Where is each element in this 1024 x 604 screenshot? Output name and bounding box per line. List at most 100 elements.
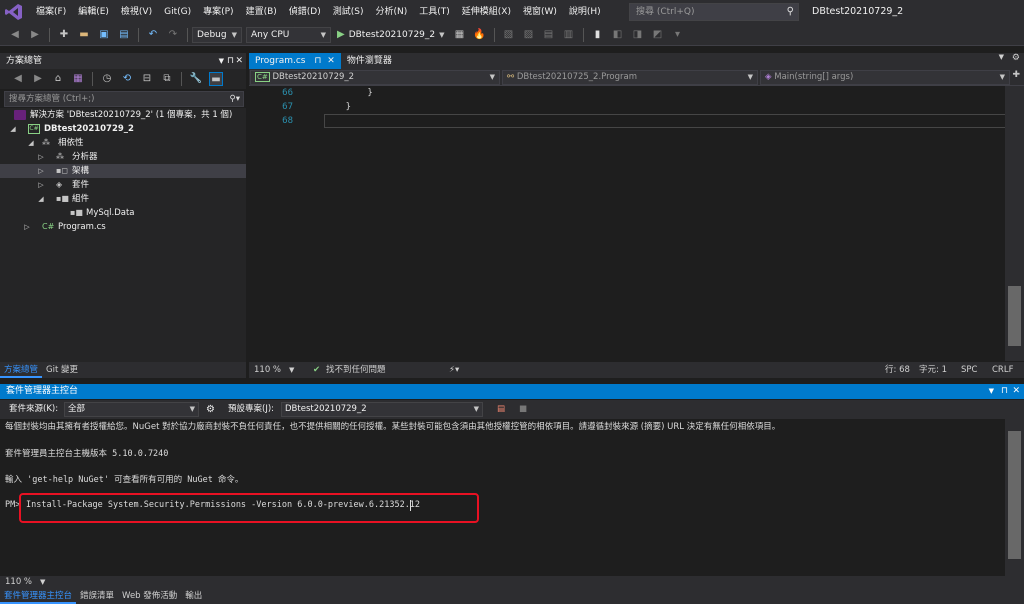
tab-web-publish[interactable]: Web 發佈活動 (118, 588, 181, 604)
toolbar-options-icon[interactable]: ▾ (671, 28, 685, 42)
toolbar-tool-icon[interactable]: ▨ (522, 28, 536, 42)
default-project-dropdown[interactable]: DBtest20210729_2 ▼ (281, 402, 483, 417)
menu-window[interactable]: 視窗(W) (517, 0, 563, 24)
pmc-zoom-level[interactable]: 110 % (5, 576, 32, 588)
bottom-panel-tabs: 套件管理器主控台 錯誤清單 Web 發佈活動 輸出 (0, 588, 1024, 604)
line-ending-indicator: CRLF (992, 365, 1014, 375)
toolbar-tool-icon[interactable]: ▤ (542, 28, 556, 42)
search-icon: ⚲ (786, 6, 794, 17)
class-nav-dropdown[interactable]: ⚯ DBtest20210725_2.Program ▼ (502, 70, 758, 85)
tab-solution-explorer[interactable]: 方案總管 (0, 362, 43, 378)
chevron-down-icon[interactable]: ▼ (40, 576, 45, 588)
scrollbar-thumb[interactable] (1008, 431, 1021, 559)
undo-icon[interactable]: ↶ (146, 28, 160, 42)
bookmark-clear-icon[interactable]: ◩ (651, 28, 665, 42)
sync-icon[interactable]: ⟲ (120, 72, 134, 86)
code-line: } (324, 88, 373, 98)
clear-console-icon[interactable]: ▤ (497, 400, 505, 419)
tree-item-program-cs[interactable]: ▷ C# Program.cs (0, 220, 246, 234)
solution-explorer-search-input[interactable]: 搜尋方案總管 (Ctrl+;) ⚲▾ (4, 91, 244, 107)
menu-git[interactable]: Git(G) (158, 0, 197, 24)
tab-package-manager-console[interactable]: 套件管理器主控台 (0, 588, 77, 604)
menu-extensions[interactable]: 延伸模組(X) (456, 0, 517, 24)
pin-icon[interactable]: ⊓ (314, 56, 321, 66)
tree-item-analyzers[interactable]: ▷ ⁂ 分析器 (0, 150, 246, 164)
close-icon[interactable]: ✕ (235, 53, 243, 69)
window-options-icon[interactable]: ▼ (219, 53, 224, 69)
pin-icon[interactable]: ⊓ (1001, 384, 1008, 399)
back-icon[interactable]: ◀ (8, 28, 22, 42)
stop-icon[interactable]: ■ (519, 400, 527, 419)
menu-file[interactable]: 檔案(F) (30, 0, 72, 24)
menu-help[interactable]: 說明(H) (563, 0, 607, 24)
tab-object-browser[interactable]: 物件瀏覽器 (341, 53, 398, 69)
tree-item-frameworks[interactable]: ▷ ▪◻ 架構 (0, 164, 246, 178)
chevron-down-icon[interactable]: ▼ (999, 53, 1004, 61)
quick-search-input[interactable]: 搜尋 (Ctrl+Q) ⚲ (629, 3, 799, 21)
pending-changes-icon[interactable]: ◷ (100, 72, 114, 86)
menu-test[interactable]: 測試(S) (327, 0, 370, 24)
menu-edit[interactable]: 編輯(E) (72, 0, 115, 24)
gear-icon[interactable]: ⚙ (206, 400, 215, 419)
tree-item-solution[interactable]: 解決方案 'DBtest20210729_2' (1 個專案，共 1 個) (0, 108, 246, 122)
menu-build[interactable]: 建置(B) (240, 0, 283, 24)
forward-icon[interactable]: ▶ (31, 72, 45, 86)
project-nav-dropdown[interactable]: C# DBtest20210729_2 ▼ (250, 70, 500, 85)
open-folder-icon[interactable]: ▬ (77, 28, 91, 42)
redo-icon[interactable]: ↷ (166, 28, 180, 42)
hot-reload-icon[interactable]: 🔥 (473, 28, 487, 42)
zoom-level[interactable]: 110 % (254, 362, 281, 378)
code-cleanup-icon[interactable]: ⚡▾ (449, 362, 459, 378)
collapse-all-icon[interactable]: ⊟ (140, 72, 154, 86)
save-all-icon[interactable]: ▤ (117, 28, 131, 42)
tree-item-packages[interactable]: ▷ ◈ 套件 (0, 178, 246, 192)
properties-icon[interactable]: 🔧 (189, 72, 203, 86)
pmc-scrollbar[interactable] (1005, 419, 1024, 576)
package-source-dropdown[interactable]: 全部 ▼ (64, 402, 199, 417)
toolbar-tool-icon[interactable]: ▧ (502, 28, 516, 42)
save-icon[interactable]: ▣ (97, 28, 111, 42)
browse-icon[interactable]: ▦ (453, 28, 467, 42)
preview-icon[interactable]: ▬ (209, 72, 223, 86)
back-icon[interactable]: ◀ (11, 72, 25, 86)
menu-analyze[interactable]: 分析(N) (369, 0, 413, 24)
tree-item-dependencies[interactable]: ◢ ⁂ 相依性 (0, 136, 246, 150)
forward-icon[interactable]: ▶ (28, 28, 42, 42)
solution-platform-dropdown[interactable]: Any CPU ▼ (246, 26, 331, 43)
close-icon[interactable]: ✕ (1012, 384, 1020, 399)
bookmark-next-icon[interactable]: ◨ (631, 28, 645, 42)
member-nav-dropdown[interactable]: ◈ Main(string[] args) ▼ (760, 70, 1010, 85)
chevron-down-icon: ▼ (231, 30, 237, 39)
menu-project[interactable]: 專案(P) (197, 0, 239, 24)
toolbar-tool-icon[interactable]: ▥ (562, 28, 576, 42)
window-options-icon[interactable]: ▼ (989, 384, 994, 399)
issues-status[interactable]: 找不到任何問題 (326, 362, 386, 378)
tab-output[interactable]: 輸出 (181, 588, 206, 604)
home-icon[interactable]: ⌂ (51, 72, 65, 86)
start-button[interactable]: ▶ DBtest20210729_2 ▼ (337, 29, 445, 40)
bookmark-icon[interactable]: ▮ (591, 28, 605, 42)
chevron-down-icon[interactable]: ▼ (289, 362, 294, 378)
tab-git-changes[interactable]: Git 變更 (42, 362, 82, 378)
tab-program-cs[interactable]: Program.cs ⊓ ✕ (249, 53, 341, 69)
editor-scrollbar[interactable] (1005, 86, 1024, 361)
menu-tools[interactable]: 工具(T) (413, 0, 456, 24)
switch-views-icon[interactable]: ▦ (71, 72, 85, 86)
solution-config-dropdown[interactable]: Debug ▼ (192, 26, 242, 43)
scrollbar-thumb[interactable] (1008, 286, 1021, 346)
new-project-icon[interactable]: ✚ (57, 28, 71, 42)
bookmark-prev-icon[interactable]: ◧ (611, 28, 625, 42)
tree-item-assemblies[interactable]: ◢ ▪■ 組件 (0, 192, 246, 206)
menu-view[interactable]: 檢視(V) (115, 0, 158, 24)
tree-item-project[interactable]: ◢ C# DBtest20210729_2 (0, 122, 246, 136)
tab-error-list[interactable]: 錯誤清單 (76, 588, 118, 604)
expanded-arrow-icon: ◢ (10, 125, 16, 133)
menu-debug[interactable]: 偵錯(D) (283, 0, 327, 24)
close-icon[interactable]: ✕ (327, 56, 335, 66)
show-all-files-icon[interactable]: ⧉ (160, 72, 174, 86)
chevron-down-icon: ▼ (439, 30, 445, 39)
pin-icon[interactable]: ⊓ (227, 53, 234, 69)
split-editor-icon[interactable]: ✚ (1012, 70, 1020, 80)
gear-icon[interactable]: ⚙ (1012, 53, 1020, 63)
tree-item-mysql-data[interactable]: ▪■ MySql.Data (0, 206, 246, 220)
